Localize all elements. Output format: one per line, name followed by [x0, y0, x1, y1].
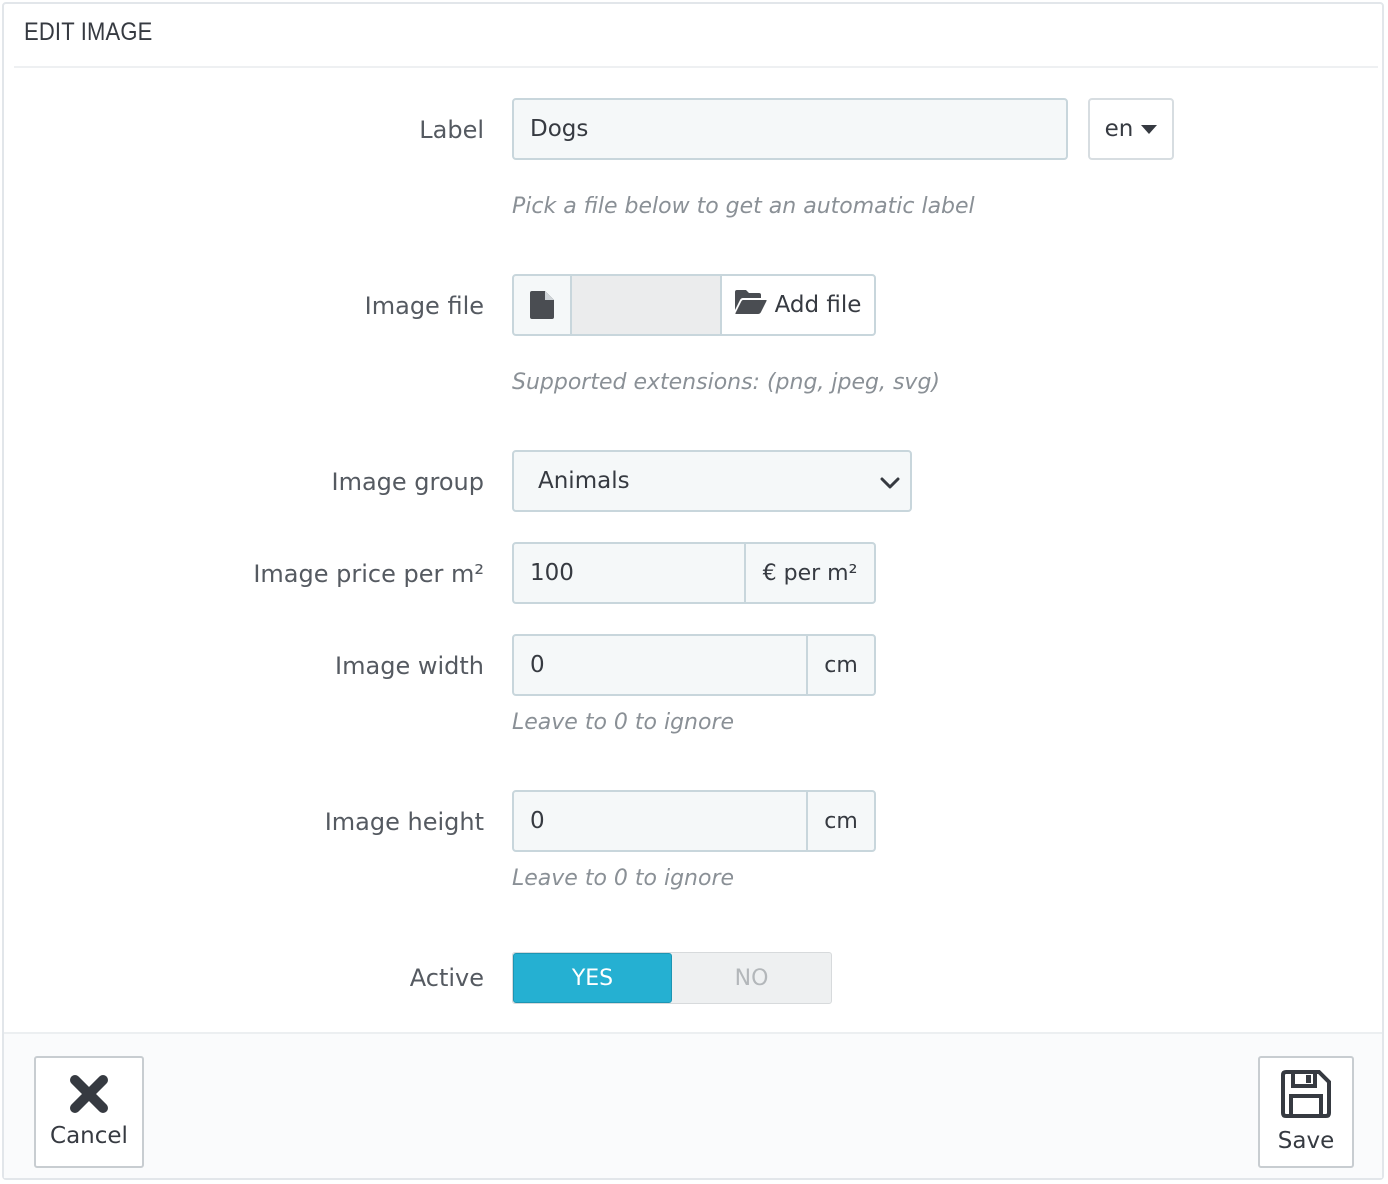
save-icon — [1281, 1070, 1331, 1124]
panel-footer: Cancel Save — [4, 1032, 1382, 1178]
height-unit-addon: cm — [806, 792, 874, 850]
image-group-label: Image group — [331, 468, 485, 496]
width-input-group: cm — [512, 634, 876, 696]
add-file-label: Add file — [774, 292, 862, 318]
folder-open-icon — [734, 290, 767, 320]
height-label: Image height — [324, 808, 484, 836]
height-input-group: cm — [512, 790, 876, 852]
language-value: en — [1104, 116, 1134, 142]
file-upload-group: Add file — [512, 274, 876, 336]
width-input[interactable] — [514, 636, 806, 694]
image-group-select[interactable]: Animals — [512, 450, 912, 512]
save-button[interactable]: Save — [1258, 1056, 1354, 1168]
close-icon — [69, 1075, 109, 1119]
label-field-label: Label — [419, 116, 484, 144]
active-no-option[interactable]: NO — [672, 953, 831, 1003]
image-file-help-text: Supported extensions: (png, jpeg, svg) — [512, 370, 941, 395]
cancel-label: Cancel — [50, 1123, 128, 1149]
add-file-button[interactable]: Add file — [720, 274, 876, 336]
height-help-text: Leave to 0 to ignore — [512, 866, 735, 891]
price-unit-addon: € per m² — [744, 544, 874, 602]
price-label: Image price per m² — [253, 560, 484, 588]
file-icon — [512, 274, 572, 336]
save-label: Save — [1277, 1128, 1335, 1154]
price-input[interactable] — [514, 544, 744, 602]
label-help-text: Pick a file below to get an automatic la… — [512, 194, 975, 219]
active-label: Active — [409, 964, 484, 992]
width-label: Image width — [335, 652, 484, 680]
image-file-label: Image file — [364, 292, 484, 320]
image-group-selected: Animals — [538, 468, 630, 494]
width-help-text: Leave to 0 to ignore — [512, 710, 735, 735]
chevron-down-icon — [880, 470, 900, 496]
width-unit-addon: cm — [806, 636, 874, 694]
height-input[interactable] — [514, 792, 806, 850]
cancel-button[interactable]: Cancel — [34, 1056, 144, 1168]
language-dropdown[interactable]: en — [1088, 98, 1174, 160]
label-input-box — [512, 98, 1068, 160]
label-input[interactable] — [514, 100, 1066, 158]
active-toggle[interactable]: YES NO — [512, 952, 832, 1004]
file-name-display[interactable] — [572, 274, 720, 336]
price-input-group: € per m² — [512, 542, 876, 604]
caret-down-icon — [1141, 124, 1158, 134]
panel-title: EDIT IMAGE — [24, 18, 153, 46]
edit-image-panel: EDIT IMAGE Label en Pick a file below to… — [2, 2, 1384, 1180]
panel-divider — [14, 66, 1378, 68]
active-yes-option[interactable]: YES — [513, 953, 672, 1003]
